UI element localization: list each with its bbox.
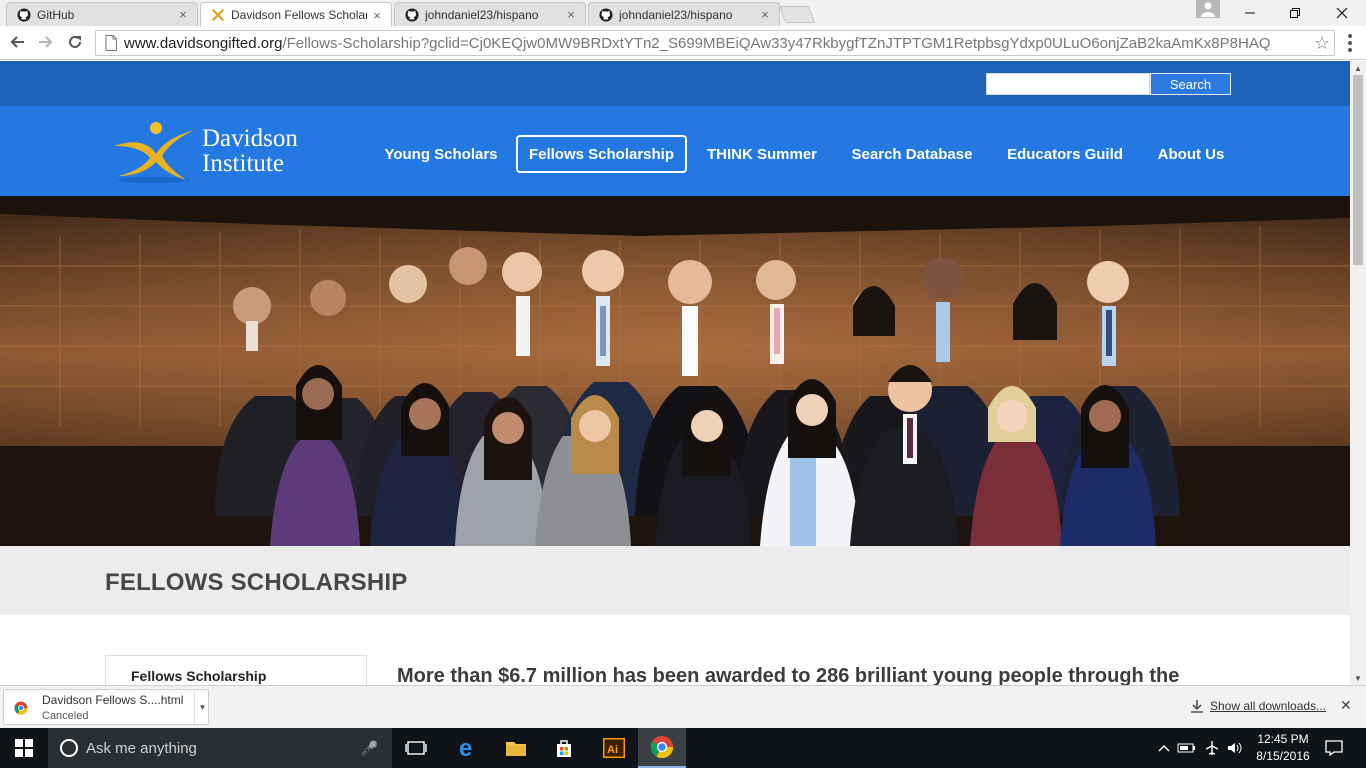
close-icon[interactable]: ×	[371, 8, 383, 23]
download-item[interactable]: Davidson Fellows S....html Canceled ▼	[3, 689, 209, 725]
page-title-bar: FELLOWS SCHOLARSHIP	[0, 546, 1350, 615]
chevron-up-icon[interactable]	[1154, 728, 1174, 768]
group-photo-image	[0, 196, 1350, 546]
svg-text:e: e	[459, 737, 472, 759]
davidson-institute-logo[interactable]: Davidson Institute	[110, 120, 320, 186]
hero-group-photo	[0, 196, 1350, 546]
main-navigation: Davidson Institute Young Scholars Fellow…	[0, 106, 1350, 196]
chevron-down-icon[interactable]: ▼	[194, 690, 210, 724]
davidson-favicon	[212, 9, 224, 21]
tab-title: Davidson Fellows Scholarship	[231, 8, 367, 22]
nav-young-scholars[interactable]: Young Scholars	[380, 135, 502, 173]
nav-fellows-scholarship[interactable]: Fellows Scholarship	[516, 135, 687, 173]
tab-github-repo-1[interactable]: johndaniel23/hispano ×	[394, 2, 586, 26]
chrome-taskbar-icon[interactable]	[638, 728, 686, 768]
address-bar[interactable]: www.davidsongifted.org/Fellows-Scholarsh…	[95, 30, 1335, 56]
close-icon[interactable]: ×	[565, 7, 577, 22]
show-all-downloads-link[interactable]: Show all downloads...	[1190, 699, 1326, 713]
github-icon	[405, 7, 419, 22]
logo-line-2: Institute	[202, 150, 284, 177]
tab-github[interactable]: GitHub ×	[6, 2, 198, 26]
reload-icon[interactable]	[64, 31, 86, 53]
download-status: Canceled	[42, 710, 89, 722]
file-explorer-icon[interactable]	[492, 728, 540, 768]
minimize-icon[interactable]	[1228, 0, 1272, 26]
system-clock[interactable]: 12:45 PM 8/15/2016	[1248, 731, 1318, 765]
page-title: FELLOWS SCHOLARSHIP	[105, 569, 408, 596]
site-search-input[interactable]	[986, 73, 1150, 95]
store-icon[interactable]	[540, 728, 588, 768]
close-shelf-icon[interactable]: ✕	[1340, 697, 1352, 714]
tab-title: johndaniel23/hispano	[619, 7, 733, 22]
clock-date: 8/15/2016	[1256, 749, 1310, 763]
url-text[interactable]: www.davidsongifted.org/Fellows-Scholarsh…	[124, 35, 1310, 52]
github-icon	[599, 7, 613, 22]
chrome-file-icon	[14, 701, 28, 715]
battery-icon[interactable]	[1176, 728, 1198, 768]
windows-taskbar: Ask me anything 🎤 e Ai 12:45 PM 8/15/201…	[0, 728, 1366, 768]
sidebar-item-fellows-scholarship[interactable]: Fellows Scholarship	[131, 668, 266, 684]
sidebar-menu: Fellows Scholarship	[105, 655, 367, 685]
svg-text:Ai: Ai	[607, 744, 618, 756]
logo-wordmark: Davidson Institute	[202, 126, 298, 176]
nav-about-us[interactable]: About Us	[1150, 135, 1232, 173]
close-window-icon[interactable]	[1318, 0, 1366, 26]
davidson-figure-icon	[114, 122, 194, 183]
microphone-icon[interactable]: 🎤	[361, 740, 378, 757]
nav-educators-guild[interactable]: Educators Guild	[1000, 135, 1130, 173]
scroll-thumb[interactable]	[1353, 75, 1363, 265]
download-filename: Davidson Fellows S....html	[42, 693, 184, 707]
restore-icon[interactable]	[1272, 0, 1318, 26]
windows-logo-icon	[15, 739, 33, 757]
edge-browser-icon[interactable]: e	[444, 728, 492, 768]
tab-title: johndaniel23/hispano	[425, 7, 539, 22]
page-viewport: Search Davidson Institute Young Scholars…	[0, 61, 1350, 685]
page-icon[interactable]	[102, 34, 120, 52]
nav-search-database[interactable]: Search Database	[844, 135, 980, 173]
illustrator-icon[interactable]: Ai	[590, 728, 638, 768]
logo-line-1: Davidson	[202, 125, 298, 152]
utility-bar: Search	[0, 61, 1350, 106]
close-icon[interactable]: ×	[177, 7, 189, 22]
download-shelf: Davidson Fellows S....html Canceled ▼ Sh…	[0, 685, 1366, 728]
clock-time: 12:45 PM	[1257, 732, 1309, 746]
cortana-icon	[60, 739, 78, 757]
tab-davidson-fellows[interactable]: Davidson Fellows Scholarship ×	[200, 2, 392, 27]
search-button[interactable]: Search	[1150, 73, 1231, 95]
tab-title: GitHub	[37, 7, 75, 22]
action-center-icon[interactable]	[1320, 728, 1348, 768]
volume-icon[interactable]	[1224, 728, 1246, 768]
new-tab-button[interactable]	[778, 6, 816, 23]
nav-think-summer[interactable]: THINK Summer	[700, 135, 824, 173]
scroll-down-icon[interactable]: ▼	[1350, 671, 1366, 685]
browser-toolbar: www.davidsongifted.org/Fellows-Scholarsh…	[0, 26, 1366, 60]
back-arrow-icon[interactable]	[6, 31, 28, 53]
cortana-placeholder: Ask me anything	[86, 739, 197, 757]
close-icon[interactable]: ×	[759, 7, 771, 22]
task-view-icon[interactable]	[392, 728, 440, 768]
browser-tab-strip: GitHub × Davidson Fellows Scholarship × …	[0, 0, 1366, 27]
forward-arrow-icon[interactable]	[35, 31, 57, 53]
windows-start-button[interactable]	[0, 728, 48, 768]
scroll-up-icon[interactable]: ▲	[1350, 61, 1366, 75]
tab-github-repo-2[interactable]: johndaniel23/hispano ×	[588, 2, 780, 26]
intro-paragraph: More than $6.7 million has been awarded …	[397, 665, 1180, 685]
cortana-search-box[interactable]: Ask me anything 🎤	[48, 728, 392, 768]
airplane-mode-icon[interactable]	[1200, 728, 1224, 768]
download-icon	[1191, 700, 1203, 713]
profile-icon[interactable]	[1196, 0, 1220, 18]
chrome-menu-icon[interactable]	[1340, 32, 1360, 54]
page-scrollbar[interactable]: ▲ ▼	[1350, 61, 1366, 685]
show-all-label: Show all downloads...	[1210, 699, 1327, 713]
url-host: www.davidsongifted.org	[124, 34, 283, 52]
github-icon	[17, 7, 31, 22]
bookmark-star-icon[interactable]: ☆	[1310, 33, 1334, 54]
url-path: /Fellows-Scholarship?gclid=Cj0KEQjw0MW9B…	[282, 34, 1271, 52]
